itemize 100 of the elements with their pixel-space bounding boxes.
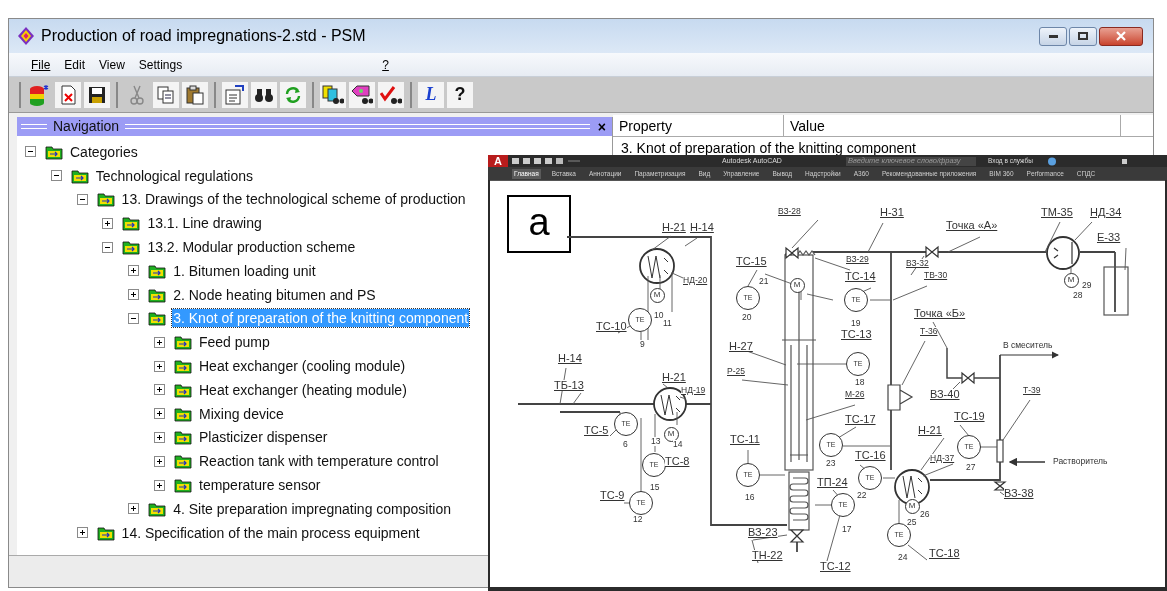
diagram-label: 9 [640,340,645,349]
diagram-label: НД-37 [930,454,955,463]
diagram-label: Н-21 [662,372,686,383]
tree-item[interactable]: Heat exchanger (heating module) [198,380,408,399]
save-icon[interactable] [84,81,110,108]
expand-toggle[interactable] [154,384,165,396]
folder-icon [174,334,192,351]
app-logo[interactable]: A [488,155,508,167]
diagram-label: Т-39 [1023,386,1041,395]
folder-icon [96,191,115,208]
tree-item[interactable]: 4. Site preparation impregnating composition [172,499,452,518]
diagram-label: ТВ-30 [924,271,948,280]
collapse-toggle[interactable] [128,312,140,324]
menu-item[interactable]: Edit [64,55,86,74]
diagram-label: 14 [673,440,683,449]
menu-item[interactable]: Settings [138,55,183,74]
paste-icon[interactable] [182,81,208,108]
expand-toggle[interactable] [76,527,88,539]
panel-label: a [507,195,571,253]
delete-document-icon[interactable] [55,81,81,108]
tree-item[interactable]: 13.2. Modular production scheme [146,238,357,257]
collapse-toggle[interactable] [102,241,114,253]
collapse-toggle[interactable] [25,146,36,158]
expand-toggle[interactable] [154,336,165,348]
expand-toggle[interactable] [154,479,165,491]
diagram-label: 17 [842,525,852,534]
collapse-toggle[interactable] [76,194,88,205]
maximize-button[interactable] [1069,26,1097,46]
tree-item[interactable]: Feed pump [198,333,271,352]
diagram-label: ВЗ-32 [906,259,929,268]
diagram-label: Точка «А» [946,220,998,231]
diagram-label: Р-25 [727,367,745,376]
menu-item[interactable]: File [31,55,51,74]
tree-item[interactable]: 1. Bitumen loading unit [172,261,317,280]
close-icon [1116,31,1126,41]
app-logo-icon [17,26,35,46]
diagram-label: 26 [920,510,930,519]
tree-item[interactable]: Plasticizer dispenser [198,428,329,447]
document-search-icon[interactable] [320,81,346,108]
arrow-line [1008,457,1046,467]
diagram-label: Е-33 [1097,232,1121,243]
expand-toggle[interactable] [154,408,165,420]
heat-exchanger-symbol [639,248,675,284]
valve-symbol [785,246,799,260]
motor-symbol: M [663,426,679,442]
copy-icon[interactable] [153,81,179,108]
tree-item[interactable]: Categories [69,142,139,161]
tag-search-icon[interactable] [349,81,375,108]
diagram-label: Точка «Б» [914,308,966,319]
valve-symbol [993,481,1007,491]
expand-toggle[interactable] [154,360,165,372]
properties-icon[interactable] [222,81,248,108]
tree-item[interactable]: temperature sensor [198,476,322,495]
checkmark-search-icon[interactable] [378,81,404,108]
expand-toggle[interactable] [128,503,140,515]
diagram-label: 28 [1073,291,1083,300]
folder-icon [174,453,192,470]
diagram-label: 10 [654,311,664,320]
tree-item[interactable]: Mixing device [198,404,285,423]
italic-letter-button[interactable]: L [418,81,444,108]
diagram-label: Н-14 [558,353,582,364]
expand-toggle[interactable] [128,265,140,277]
diagram-label: ТС-18 [929,548,960,559]
tree-item[interactable]: 14. Specification of the main process equipment [120,523,421,542]
tree-item[interactable]: Reaction tank with temperature control [198,452,440,471]
diagram-label: 25 [907,518,917,527]
tree-item[interactable]: 13.1. Line drawing [146,214,263,233]
folder-icon [174,429,192,446]
diagram-label: ТС-16 [855,450,886,461]
folder-icon [148,286,167,303]
expand-toggle[interactable] [128,289,140,301]
search-icon[interactable] [251,81,277,108]
tree-item[interactable]: Technological regulations [94,166,254,185]
diagram-label: ВЗ-29 [846,255,869,264]
tree-item[interactable]: 2. Node heating bitumen and PS [172,285,377,304]
expand-toggle[interactable] [154,455,165,467]
collapse-toggle[interactable] [50,170,62,182]
folder-icon [174,477,192,494]
diagram-label: ТС-8 [665,456,690,467]
diagram-label: 29 [1082,281,1092,290]
tree-item[interactable]: Heat exchanger (cooling module) [198,357,407,376]
menu-item[interactable]: ? [382,55,389,74]
diagram-label: Н-14 [690,222,714,233]
expand-toggle[interactable] [154,431,165,443]
diagram-label: ТС-14 [845,271,876,282]
minimize-button[interactable] [1039,26,1067,46]
quick-access-icons[interactable] [512,157,582,165]
help-button[interactable]: ? [447,81,473,108]
tree-item[interactable]: 13. Drawings of the technological scheme of production [120,190,467,209]
diagram-label: Растворитель [1053,457,1108,466]
expand-toggle[interactable] [102,217,114,229]
menu-item[interactable]: View [99,55,125,74]
pump-symbol [1046,236,1080,270]
close-button[interactable]: × [595,119,608,134]
diagram-label: 21 [759,277,769,286]
diagram-label: Н-21 [918,425,942,436]
diagram-label: ТС-11 [730,434,760,445]
close-button[interactable] [1099,26,1143,46]
diagram-label: Н-31 [880,207,904,218]
diagram-label: 23 [826,459,836,468]
